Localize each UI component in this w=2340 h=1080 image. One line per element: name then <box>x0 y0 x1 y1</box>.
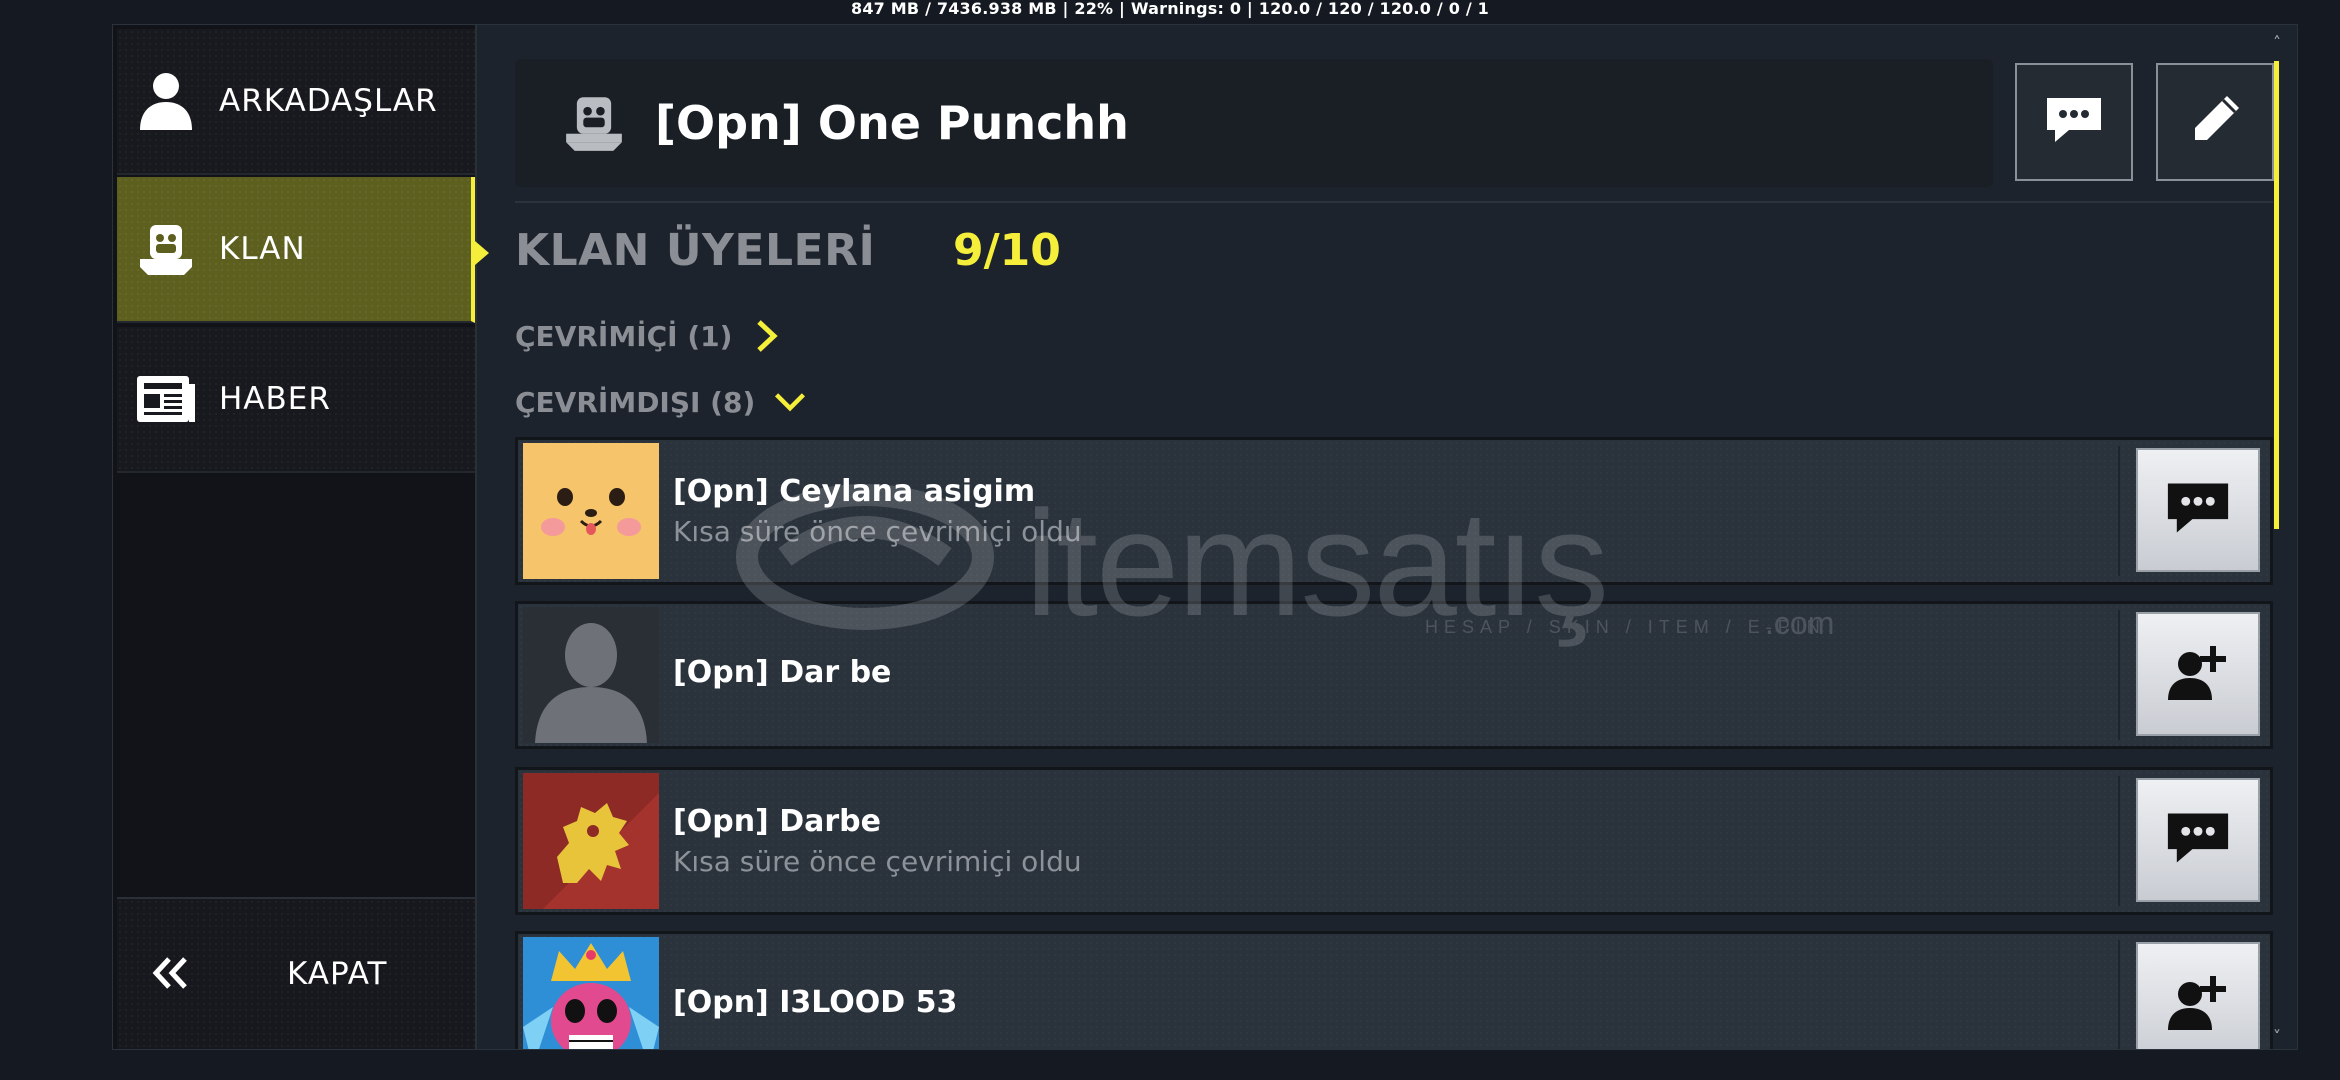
chat-bubble-icon <box>2043 94 2105 150</box>
clan-emblem-icon <box>131 214 201 284</box>
header-divider <box>515 201 2273 203</box>
pencil-icon <box>2187 92 2243 152</box>
row-separator <box>2118 940 2120 1049</box>
clan-emblem-icon <box>561 90 627 156</box>
chat-bubble-icon <box>2163 809 2233 871</box>
chat-bubble-icon <box>2163 479 2233 541</box>
double-chevron-left-icon <box>151 947 191 1001</box>
add-friend-button[interactable] <box>2136 942 2260 1049</box>
member-avatar <box>523 937 659 1049</box>
sidebar: ARKADAŞLAR KLAN HABER KAPAT <box>113 25 489 1049</box>
member-avatar <box>523 607 659 743</box>
list-item[interactable]: [Opn] Darbe Kısa süre önce çevrimiçi old… <box>515 767 2273 915</box>
member-name: [Opn] Darbe <box>673 804 881 839</box>
chevron-down-icon <box>773 385 807 419</box>
main-panel: [Opn] One Punchh KLAN ÜYELERİ 9/10 ÇEVRİ… <box>511 25 2291 1049</box>
member-status: Kısa süre önce çevrimiçi oldu <box>673 845 1082 878</box>
members-count: 9/10 <box>953 225 1061 276</box>
sidebar-item-clan[interactable]: KLAN <box>117 177 475 323</box>
chat-member-button[interactable] <box>2136 778 2260 902</box>
clan-name: [Opn] One Punchh <box>655 96 1129 150</box>
sidebar-item-news[interactable]: HABER <box>117 327 475 473</box>
member-avatar <box>523 773 659 909</box>
offline-section-toggle[interactable]: ÇEVRİMDIŞI (8) <box>515 385 807 419</box>
list-item[interactable]: [Opn] Dar be <box>515 601 2273 749</box>
online-label: ÇEVRİMİÇİ (1) <box>515 319 733 353</box>
member-avatar <box>523 443 659 579</box>
sidebar-item-label: ARKADAŞLAR <box>219 83 438 119</box>
row-separator <box>2118 776 2120 906</box>
list-item[interactable]: [Opn] I3LOOD 53 <box>515 931 2273 1049</box>
clan-header: [Opn] One Punchh <box>515 59 1993 187</box>
close-button[interactable]: KAPAT <box>117 897 475 1049</box>
clan-edit-button[interactable] <box>2156 63 2274 181</box>
sidebar-item-label: HABER <box>219 381 331 417</box>
member-status: Kısa süre önce çevrimiçi oldu <box>673 515 1082 548</box>
close-label: KAPAT <box>287 956 388 992</box>
active-indicator-arrow <box>475 241 489 265</box>
clan-window: ARKADAŞLAR KLAN HABER KAPAT [Opn] One Pu… <box>112 24 2298 1050</box>
member-name: [Opn] Ceylana asigim <box>673 474 1036 509</box>
scrollbar[interactable]: ˄ ˅ <box>2267 35 2287 1045</box>
newspaper-icon <box>131 364 201 434</box>
person-icon <box>131 66 201 136</box>
row-separator <box>2118 446 2120 576</box>
sidebar-item-friends[interactable]: ARKADAŞLAR <box>117 29 475 175</box>
members-title: KLAN ÜYELERİ <box>515 225 876 276</box>
scroll-down-icon: ˅ <box>2273 1027 2281 1046</box>
member-name: [Opn] I3LOOD 53 <box>673 984 958 1020</box>
offline-label: ÇEVRİMDIŞI (8) <box>515 385 756 419</box>
row-separator <box>2118 610 2120 740</box>
add-friend-button[interactable] <box>2136 612 2260 736</box>
member-name: [Opn] Dar be <box>673 654 892 690</box>
scroll-thumb[interactable] <box>2274 61 2279 529</box>
chevron-right-icon <box>750 319 784 353</box>
clan-chat-button[interactable] <box>2015 63 2133 181</box>
chat-member-button[interactable] <box>2136 448 2260 572</box>
online-section-toggle[interactable]: ÇEVRİMİÇİ (1) <box>515 319 784 353</box>
add-friend-icon <box>2166 640 2230 708</box>
scroll-up-icon: ˄ <box>2273 33 2281 52</box>
debug-stats-bar: 847 MB / 7436.938 MB | 22% | Warnings: 0… <box>851 0 1489 18</box>
sidebar-item-label: KLAN <box>219 231 306 267</box>
add-friend-icon <box>2166 970 2230 1038</box>
list-item[interactable]: [Opn] Ceylana asigim Kısa süre önce çevr… <box>515 437 2273 585</box>
